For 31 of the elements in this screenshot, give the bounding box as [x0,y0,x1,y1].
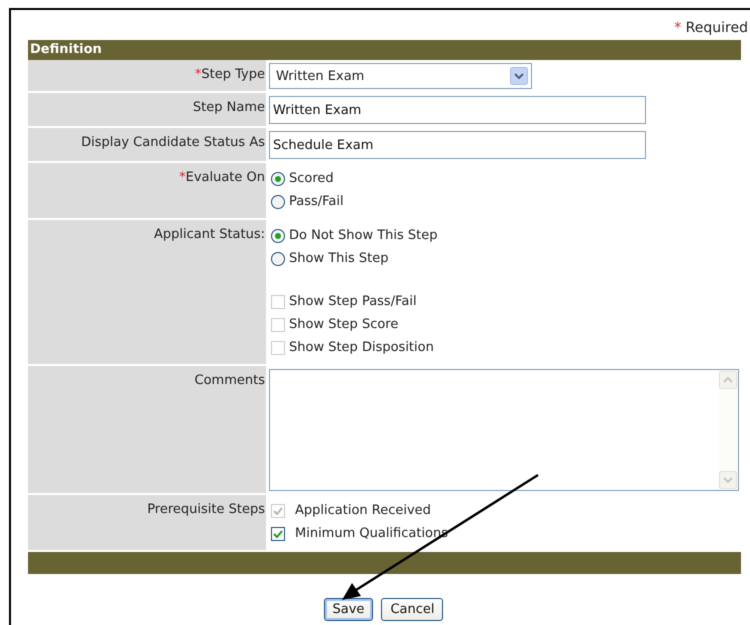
option-label: Show This Step [289,251,389,266]
option-label: Show Step Disposition [289,340,434,355]
step-type-dropdown[interactable]: Written Exam [269,63,532,89]
option-label: Scored [289,171,334,186]
scroll-up-icon[interactable] [719,371,737,389]
required-note: * Required [674,20,748,38]
field-label: *Evaluate On [179,170,265,185]
form-button[interactable]: Cancel [381,598,444,621]
option-label: Application Received [295,503,431,518]
radio-button[interactable] [271,252,285,266]
comments-field[interactable] [269,369,739,491]
field-label: Applicant Status: [154,227,265,242]
option-label: Pass/Fail [289,194,344,209]
field-label: *Step Type [194,67,265,82]
text-field[interactable]: Schedule Exam [269,131,646,159]
field-label: Step Name [192,100,265,115]
radio-button[interactable] [271,194,285,208]
scroll-down-icon[interactable] [719,471,737,489]
form-button[interactable]: Save [324,598,374,621]
radio-button[interactable] [271,172,285,186]
field-label: Display Candidate Status As [81,135,265,150]
section-header: Definition [28,40,741,60]
scrollbar[interactable] [718,370,738,490]
field-label: Prerequisite Steps [147,502,265,517]
radio-button[interactable] [271,228,285,242]
option-label: Do Not Show This Step [289,228,438,243]
option-label: Show Step Pass/Fail [289,294,417,309]
option-label: Show Step Score [289,317,398,332]
field-label: Comments [194,373,265,388]
text-field[interactable]: Written Exam [269,96,646,124]
checkbox[interactable] [271,526,285,540]
